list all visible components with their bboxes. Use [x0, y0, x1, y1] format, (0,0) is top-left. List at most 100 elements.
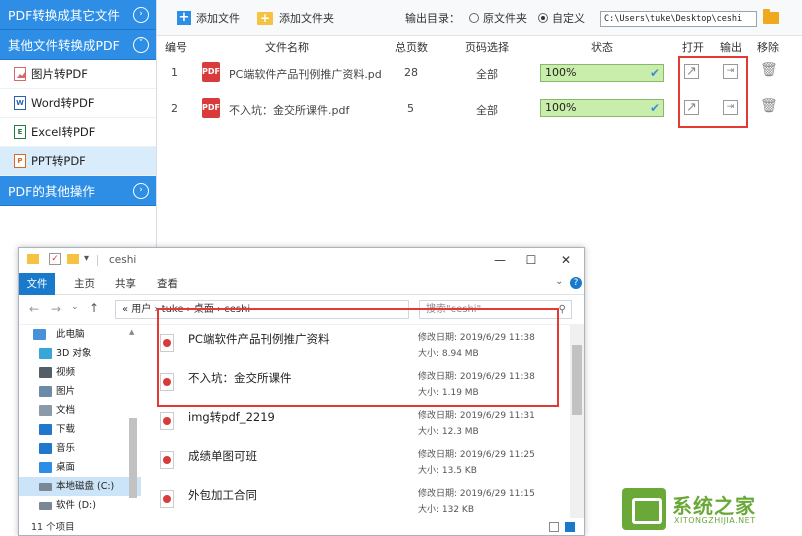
output-directory-label: 输出目录： [405, 10, 460, 26]
pdf-file-icon [160, 490, 174, 508]
tab-view[interactable]: 查看 [157, 273, 178, 295]
checkbox-icon[interactable]: ✓ [49, 253, 61, 265]
sidebar-item-label: 图片转PDF [31, 67, 88, 81]
tab-share[interactable]: 共享 [115, 273, 136, 295]
radio-selected-icon [538, 13, 548, 23]
watermark-subtext: XITONGZHIJIA.NET [674, 516, 756, 525]
trash-icon[interactable]: 🗑 [760, 99, 778, 114]
watermark: 系统之家 XITONGZHIJIA.NET [622, 488, 797, 530]
row-filename: PC端软件产品刊例推广资料.pd [229, 68, 382, 81]
list-item[interactable]: 外包加工合同 修改日期: 2019/6/29 11:15 大小: 132 KB [150, 481, 570, 520]
sidebar-section-other-ops[interactable]: PDF的其他操作 › [0, 176, 156, 206]
row-filename: 不入坑：金交所课件.pdf [229, 104, 350, 117]
help-icon[interactable]: ? [570, 277, 582, 289]
nav-item-desktop[interactable]: 桌面 [19, 458, 141, 477]
image-file-icon [14, 67, 26, 81]
maximize-button[interactable]: ☐ [522, 251, 540, 269]
nav-item-music[interactable]: 音乐 [19, 439, 141, 458]
radio-label: 原文件夹 [483, 12, 527, 25]
add-file-button[interactable]: + 添加文件 [177, 10, 240, 26]
file-size: 大小: 13.5 KB [418, 466, 477, 476]
highlight-box [157, 308, 559, 407]
desktop-icon [39, 462, 52, 473]
dropdown-icon[interactable]: ▾ [84, 253, 89, 264]
header-remove: 移除 [757, 41, 779, 54]
file-modified: 修改日期: 2019/6/29 11:31 [418, 411, 535, 421]
pdf-file-icon [160, 412, 174, 430]
nav-item-downloads[interactable]: 下载 [19, 420, 141, 439]
download-icon [39, 424, 52, 435]
nav-item-this-pc[interactable]: 此电脑 [19, 325, 141, 344]
details-view-icon[interactable] [549, 522, 559, 532]
file-name: img转pdf_2219 [188, 410, 275, 424]
sidebar-section-other-to-pdf[interactable]: 其他文件转换成PDF ˅ [0, 30, 156, 60]
picture-icon [39, 386, 52, 397]
nav-item-pictures[interactable]: 图片 [19, 382, 141, 401]
list-item[interactable]: 成绩单图可班 修改日期: 2019/6/29 11:25 大小: 13.5 KB [150, 442, 570, 481]
separator [97, 255, 98, 266]
radio-custom-folder[interactable]: 自定义 [538, 10, 585, 26]
sidebar-item-word-to-pdf[interactable]: W Word转PDF [0, 89, 156, 118]
cube-icon [39, 348, 52, 359]
sidebar-item-excel-to-pdf[interactable]: E Excel转PDF [0, 118, 156, 147]
nav-item-documents[interactable]: 文档 [19, 401, 141, 420]
nav-item-local-disk-c[interactable]: 本地磁盘 (C:) [19, 477, 141, 496]
nav-label: 视频 [56, 367, 76, 378]
navigation-pane: 此电脑 3D 对象 视频 图片 文档 下载 音乐 桌面 本地磁盘 (C:) 软件… [19, 325, 141, 518]
radio-original-folder[interactable]: 原文件夹 [469, 10, 527, 26]
browse-folder-icon[interactable] [763, 9, 779, 24]
header-open: 打开 [682, 41, 704, 54]
nav-label: 此电脑 [56, 329, 85, 340]
output-label-text: 输出目录： [405, 12, 460, 25]
nav-scrollbar[interactable]: ▲ [128, 328, 138, 514]
nav-label: 音乐 [56, 443, 76, 454]
close-button[interactable]: ✕ [557, 251, 575, 269]
forward-arrow-icon[interactable]: → [51, 302, 61, 316]
file-size: 大小: 12.3 MB [418, 427, 479, 437]
header-filename: 文件名称 [265, 41, 309, 54]
up-arrow-icon[interactable]: ↑ [89, 301, 99, 315]
add-folder-label: 添加文件夹 [279, 12, 334, 25]
add-folder-icon: + [257, 11, 273, 25]
excel-file-icon: E [14, 125, 26, 139]
row-range[interactable]: 全部 [476, 66, 498, 82]
nav-label: 本地磁盘 (C:) [56, 481, 115, 492]
tiles-view-icon[interactable] [565, 522, 575, 532]
row-status-bar: 100% ✔ [540, 64, 664, 82]
file-modified: 修改日期: 2019/6/29 11:15 [418, 489, 535, 499]
nav-label: 图片 [56, 386, 76, 397]
recent-dropdown-icon[interactable]: ⌄ [71, 302, 79, 312]
tab-file[interactable]: 文件 [19, 273, 55, 295]
ppt-file-icon: P [14, 154, 26, 168]
header-range: 页码选择 [465, 41, 509, 54]
search-icon: ⚲ [558, 304, 566, 315]
nav-item-3d-objects[interactable]: 3D 对象 [19, 344, 141, 363]
sidebar-section-label: PDF转换成其它文件 [8, 8, 120, 23]
new-folder-icon[interactable] [67, 254, 79, 264]
ribbon-tabs: 文件 主页 共享 查看 ⌄ ? [19, 273, 584, 295]
chevron-right-icon: › [133, 183, 149, 199]
sidebar-item-label: Excel转PDF [31, 125, 96, 139]
trash-icon[interactable]: 🗑 [760, 63, 778, 78]
computer-icon [33, 329, 46, 340]
expand-ribbon-icon[interactable]: ⌄ [555, 276, 563, 287]
chevron-down-icon: ˅ [133, 37, 149, 53]
nav-item-software-d[interactable]: 软件 (D:) [19, 496, 141, 515]
tab-home[interactable]: 主页 [74, 273, 95, 295]
nav-item-videos[interactable]: 视频 [19, 363, 141, 382]
output-path-input[interactable]: C:\Users\tuke\Desktop\ceshi [600, 11, 757, 27]
sidebar-item-ppt-to-pdf[interactable]: P PPT转PDF [0, 147, 156, 176]
file-list-scrollbar[interactable] [570, 325, 584, 518]
add-file-label: 添加文件 [196, 12, 240, 25]
explorer-titlebar: ✓ ▾ ceshi — ☐ ✕ [19, 248, 584, 273]
back-arrow-icon[interactable]: ← [29, 302, 39, 316]
list-item[interactable]: img转pdf_2219 修改日期: 2019/6/29 11:31 大小: 1… [150, 403, 570, 442]
sidebar-item-label: Word转PDF [31, 96, 95, 110]
sidebar-item-image-to-pdf[interactable]: 图片转PDF [0, 60, 156, 89]
row-range[interactable]: 全部 [476, 102, 498, 118]
plus-icon: + [177, 10, 191, 25]
minimize-button[interactable]: — [491, 251, 509, 269]
add-folder-button[interactable]: + 添加文件夹 [257, 10, 334, 26]
sidebar-section-pdf-to-other[interactable]: PDF转换成其它文件 › [0, 0, 156, 30]
drive-icon [39, 483, 52, 491]
